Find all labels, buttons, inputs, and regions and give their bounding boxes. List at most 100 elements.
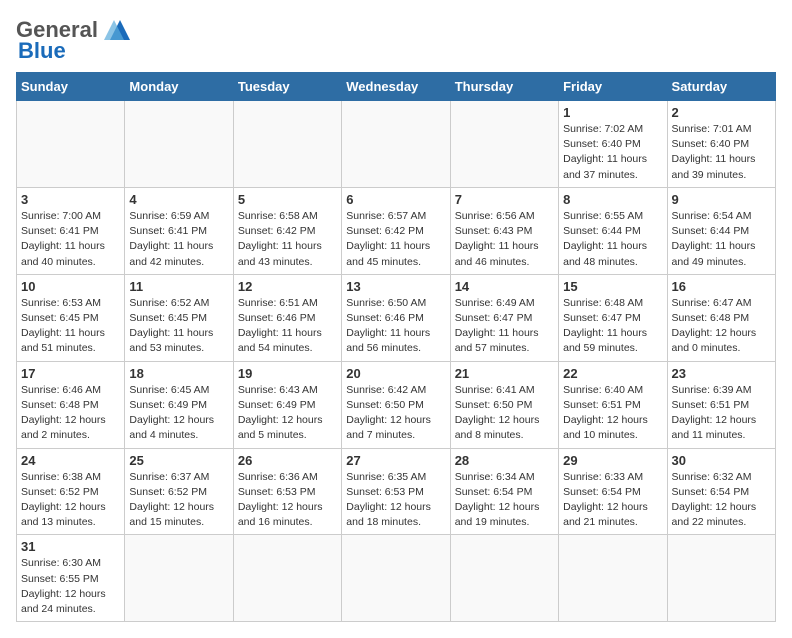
day-number: 18 xyxy=(129,366,228,381)
day-number: 4 xyxy=(129,192,228,207)
week-row-0: 1 Sunrise: 7:02 AM Sunset: 6:40 PM Daylig… xyxy=(17,101,776,188)
day-info: Sunrise: 6:46 AM Sunset: 6:48 PM Dayligh… xyxy=(21,383,120,444)
week-row-3: 17 Sunrise: 6:46 AM Sunset: 6:48 PM Dayli… xyxy=(17,361,776,448)
weekday-wednesday: Wednesday xyxy=(342,73,450,101)
calendar-cell: 4 Sunrise: 6:59 AM Sunset: 6:41 PM Daylig… xyxy=(125,187,233,274)
day-info: Sunrise: 6:34 AM Sunset: 6:54 PM Dayligh… xyxy=(455,470,554,531)
calendar-cell: 14Sunrise: 6:49 AM Sunset: 6:47 PM Dayli… xyxy=(450,274,558,361)
weekday-tuesday: Tuesday xyxy=(233,73,341,101)
day-number: 8 xyxy=(563,192,662,207)
day-number: 24 xyxy=(21,453,120,468)
day-number: 28 xyxy=(455,453,554,468)
calendar-cell xyxy=(667,535,775,622)
logo-blue-text: Blue xyxy=(18,38,66,64)
calendar-cell xyxy=(233,535,341,622)
day-info: Sunrise: 6:39 AM Sunset: 6:51 PM Dayligh… xyxy=(672,383,771,444)
calendar-cell: 9 Sunrise: 6:54 AM Sunset: 6:44 PM Daylig… xyxy=(667,187,775,274)
calendar-cell: 16 Sunrise: 6:47 AM Sunset: 6:48 PM Dayli… xyxy=(667,274,775,361)
weekday-friday: Friday xyxy=(559,73,667,101)
day-info: Sunrise: 6:36 AM Sunset: 6:53 PM Dayligh… xyxy=(238,470,337,531)
calendar-cell: 31 Sunrise: 6:30 AM Sunset: 6:55 PM Dayli… xyxy=(17,535,125,622)
calendar-cell: 17 Sunrise: 6:46 AM Sunset: 6:48 PM Dayli… xyxy=(17,361,125,448)
day-number: 5 xyxy=(238,192,337,207)
day-number: 22 xyxy=(563,366,662,381)
calendar-cell: 8 Sunrise: 6:55 AM Sunset: 6:44 PM Daylig… xyxy=(559,187,667,274)
calendar-cell: 11Sunrise: 6:52 AM Sunset: 6:45 PM Dayli… xyxy=(125,274,233,361)
day-info: Sunrise: 6:38 AM Sunset: 6:52 PM Dayligh… xyxy=(21,470,120,531)
day-number: 10 xyxy=(21,279,120,294)
week-row-5: 31 Sunrise: 6:30 AM Sunset: 6:55 PM Dayli… xyxy=(17,535,776,622)
calendar-cell xyxy=(125,535,233,622)
day-info: Sunrise: 6:56 AM Sunset: 6:43 PM Dayligh… xyxy=(455,209,554,270)
day-number: 29 xyxy=(563,453,662,468)
weekday-thursday: Thursday xyxy=(450,73,558,101)
calendar-cell: 24 Sunrise: 6:38 AM Sunset: 6:52 PM Dayli… xyxy=(17,448,125,535)
calendar-cell xyxy=(17,101,125,188)
calendar-cell: 23 Sunrise: 6:39 AM Sunset: 6:51 PM Dayli… xyxy=(667,361,775,448)
weekday-sunday: Sunday xyxy=(17,73,125,101)
weekday-header-row: SundayMondayTuesdayWednesdayThursdayFrid… xyxy=(17,73,776,101)
day-number: 16 xyxy=(672,279,771,294)
day-number: 17 xyxy=(21,366,120,381)
day-info: Sunrise: 7:01 AM Sunset: 6:40 PM Dayligh… xyxy=(672,122,771,183)
day-info: Sunrise: 6:54 AM Sunset: 6:44 PM Dayligh… xyxy=(672,209,771,270)
calendar-cell: 22 Sunrise: 6:40 AM Sunset: 6:51 PM Dayli… xyxy=(559,361,667,448)
calendar-cell xyxy=(450,101,558,188)
day-number: 31 xyxy=(21,539,120,554)
day-info: Sunrise: 6:30 AM Sunset: 6:55 PM Dayligh… xyxy=(21,556,120,617)
day-number: 30 xyxy=(672,453,771,468)
day-info: Sunrise: 6:41 AM Sunset: 6:50 PM Dayligh… xyxy=(455,383,554,444)
calendar-cell: 19Sunrise: 6:43 AM Sunset: 6:49 PM Dayli… xyxy=(233,361,341,448)
week-row-4: 24 Sunrise: 6:38 AM Sunset: 6:52 PM Dayli… xyxy=(17,448,776,535)
day-info: Sunrise: 6:57 AM Sunset: 6:42 PM Dayligh… xyxy=(346,209,445,270)
calendar-cell xyxy=(450,535,558,622)
day-number: 9 xyxy=(672,192,771,207)
calendar-cell: 26Sunrise: 6:36 AM Sunset: 6:53 PM Dayli… xyxy=(233,448,341,535)
day-info: Sunrise: 6:52 AM Sunset: 6:45 PM Dayligh… xyxy=(129,296,228,357)
day-info: Sunrise: 6:40 AM Sunset: 6:51 PM Dayligh… xyxy=(563,383,662,444)
calendar-cell: 27 Sunrise: 6:35 AM Sunset: 6:53 PM Dayli… xyxy=(342,448,450,535)
day-number: 25 xyxy=(129,453,228,468)
day-info: Sunrise: 7:02 AM Sunset: 6:40 PM Dayligh… xyxy=(563,122,662,183)
day-number: 13 xyxy=(346,279,445,294)
day-info: Sunrise: 6:47 AM Sunset: 6:48 PM Dayligh… xyxy=(672,296,771,357)
day-number: 27 xyxy=(346,453,445,468)
day-number: 1 xyxy=(563,105,662,120)
calendar-cell: 3Sunrise: 7:00 AM Sunset: 6:41 PM Daylig… xyxy=(17,187,125,274)
calendar-cell xyxy=(233,101,341,188)
day-info: Sunrise: 6:53 AM Sunset: 6:45 PM Dayligh… xyxy=(21,296,120,357)
day-number: 21 xyxy=(455,366,554,381)
calendar-cell: 10 Sunrise: 6:53 AM Sunset: 6:45 PM Dayli… xyxy=(17,274,125,361)
calendar-cell: 20Sunrise: 6:42 AM Sunset: 6:50 PM Dayli… xyxy=(342,361,450,448)
calendar-cell: 1 Sunrise: 7:02 AM Sunset: 6:40 PM Daylig… xyxy=(559,101,667,188)
logo-icon xyxy=(100,16,132,44)
calendar-body: 1 Sunrise: 7:02 AM Sunset: 6:40 PM Daylig… xyxy=(17,101,776,622)
calendar-cell: 15Sunrise: 6:48 AM Sunset: 6:47 PM Dayli… xyxy=(559,274,667,361)
calendar-cell: 7 Sunrise: 6:56 AM Sunset: 6:43 PM Daylig… xyxy=(450,187,558,274)
day-info: Sunrise: 6:32 AM Sunset: 6:54 PM Dayligh… xyxy=(672,470,771,531)
logo: General Blue xyxy=(16,16,132,64)
calendar-table: SundayMondayTuesdayWednesdayThursdayFrid… xyxy=(16,72,776,622)
day-number: 12 xyxy=(238,279,337,294)
calendar-cell xyxy=(342,101,450,188)
day-info: Sunrise: 6:59 AM Sunset: 6:41 PM Dayligh… xyxy=(129,209,228,270)
calendar-cell xyxy=(559,535,667,622)
day-number: 14 xyxy=(455,279,554,294)
day-info: Sunrise: 6:35 AM Sunset: 6:53 PM Dayligh… xyxy=(346,470,445,531)
calendar-cell: 28 Sunrise: 6:34 AM Sunset: 6:54 PM Dayli… xyxy=(450,448,558,535)
calendar-cell: 2 Sunrise: 7:01 AM Sunset: 6:40 PM Daylig… xyxy=(667,101,775,188)
week-row-2: 10 Sunrise: 6:53 AM Sunset: 6:45 PM Dayli… xyxy=(17,274,776,361)
day-number: 23 xyxy=(672,366,771,381)
calendar-cell: 12 Sunrise: 6:51 AM Sunset: 6:46 PM Dayli… xyxy=(233,274,341,361)
day-info: Sunrise: 6:33 AM Sunset: 6:54 PM Dayligh… xyxy=(563,470,662,531)
calendar-cell: 30 Sunrise: 6:32 AM Sunset: 6:54 PM Dayli… xyxy=(667,448,775,535)
day-info: Sunrise: 6:55 AM Sunset: 6:44 PM Dayligh… xyxy=(563,209,662,270)
week-row-1: 3Sunrise: 7:00 AM Sunset: 6:41 PM Daylig… xyxy=(17,187,776,274)
calendar-cell: 29 Sunrise: 6:33 AM Sunset: 6:54 PM Dayli… xyxy=(559,448,667,535)
day-number: 2 xyxy=(672,105,771,120)
day-number: 7 xyxy=(455,192,554,207)
calendar-cell: 5Sunrise: 6:58 AM Sunset: 6:42 PM Daylig… xyxy=(233,187,341,274)
day-number: 3 xyxy=(21,192,120,207)
day-info: Sunrise: 6:51 AM Sunset: 6:46 PM Dayligh… xyxy=(238,296,337,357)
day-number: 6 xyxy=(346,192,445,207)
